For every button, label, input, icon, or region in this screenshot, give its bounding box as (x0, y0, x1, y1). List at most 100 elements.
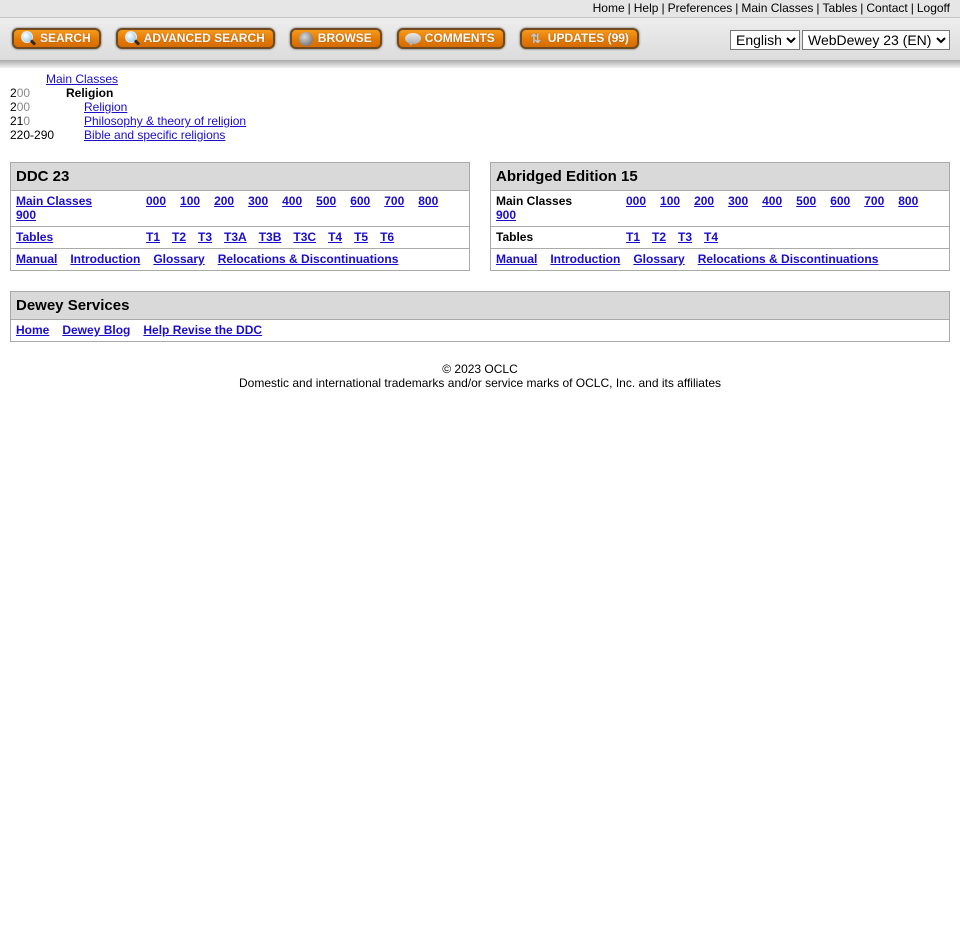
hierarchy-link-philosophy[interactable]: Philosophy & theory of religion (84, 114, 246, 128)
ddc23-class-link[interactable]: 400 (282, 194, 302, 208)
top-link-logoff[interactable]: Logoff (917, 1, 950, 15)
search-icon (124, 30, 140, 47)
separator: | (661, 1, 665, 15)
comment-bubble-icon (404, 31, 421, 47)
ddc23-table-link[interactable]: T1 (146, 230, 160, 244)
edition-select[interactable]: WebDewey 23 (EN) (802, 30, 950, 50)
abridged-table-link[interactable]: T2 (652, 230, 666, 244)
class-number-main: 21 (10, 114, 24, 128)
hierarchy-link-bible[interactable]: Bible and specific religions (84, 128, 225, 142)
dewey-services-links: Home Dewey Blog Help Revise the DDC (11, 320, 949, 341)
ddc23-table-link[interactable]: T2 (172, 230, 186, 244)
ddc23-relocations-link[interactable]: Relocations & Discontinuations (218, 252, 399, 266)
abridged-table-link[interactable]: T4 (704, 230, 718, 244)
ddc23-main-classes-link[interactable]: Main Classes (16, 194, 92, 208)
browse-button-label: BROWSE (317, 31, 372, 45)
hierarchy-top: Main Classes (10, 72, 960, 86)
comments-button-label: COMMENTS (424, 31, 495, 45)
search-button[interactable]: SEARCH (12, 28, 101, 49)
top-link-help[interactable]: Help (634, 1, 659, 15)
separator: | (816, 1, 820, 15)
top-link-tables[interactable]: Tables (823, 1, 858, 15)
updates-arrows-icon: ⇅ (530, 30, 542, 46)
ddc23-class-link[interactable]: 000 (146, 194, 166, 208)
ddc23-tables-row: Tables T1 T2 T3 T3A T3B T3C T4 T5 T6 (11, 227, 469, 249)
ddc23-table-link[interactable]: T3B (259, 230, 282, 244)
abridged-relocations-link[interactable]: Relocations & Discontinuations (698, 252, 879, 266)
abridged-class-link[interactable]: 600 (830, 194, 850, 208)
abridged-class-link[interactable]: 100 (660, 194, 680, 208)
ddc23-glossary-link[interactable]: Glossary (153, 252, 204, 266)
services-dewey-blog-link[interactable]: Dewey Blog (62, 323, 130, 337)
footer: © 2023 OCLC Domestic and international t… (0, 362, 960, 390)
abridged-manual-link[interactable]: Manual (496, 252, 537, 266)
copyright-text: © 2023 OCLC (442, 362, 518, 376)
selectors: English WebDewey 23 (EN) (728, 30, 950, 50)
ddc23-class-link[interactable]: 500 (316, 194, 336, 208)
abridged-class-link[interactable]: 500 (796, 194, 816, 208)
main-nav-bar: SEARCH ADVANCED SEARCH BROWSE COMMENTS ⇅… (0, 18, 960, 60)
abridged-misc-row: Manual Introduction Glossary Relocations & … (491, 249, 949, 270)
ddc23-introduction-link[interactable]: Introduction (70, 252, 140, 266)
ddc23-table-link[interactable]: T3C (293, 230, 316, 244)
ddc23-class-link[interactable]: 200 (214, 194, 234, 208)
search-button-label: SEARCH (40, 31, 91, 45)
abridged-panel-title: Abridged Edition 15 (491, 163, 949, 191)
class-number-main: 220-290 (10, 128, 55, 142)
advanced-search-button-label: ADVANCED SEARCH (143, 31, 265, 45)
comments-button[interactable]: COMMENTS (396, 28, 505, 49)
advanced-search-button[interactable]: ADVANCED SEARCH (115, 28, 275, 49)
abridged-introduction-link[interactable]: Introduction (550, 252, 620, 266)
abridged-class-link[interactable]: 300 (728, 194, 748, 208)
ddc23-table-link[interactable]: T6 (380, 230, 394, 244)
ddc23-class-link[interactable]: 900 (16, 208, 36, 222)
language-select[interactable]: English (730, 30, 800, 50)
updates-button[interactable]: ⇅ UPDATES (99) (519, 28, 639, 49)
ddc23-table-link[interactable]: T4 (328, 230, 342, 244)
ddc23-class-link[interactable]: 300 (248, 194, 268, 208)
ddc23-manual-link[interactable]: Manual (16, 252, 57, 266)
globe-icon (298, 31, 314, 47)
top-link-main-classes[interactable]: Main Classes (741, 1, 813, 15)
class-number-dim: 00 (16, 86, 31, 100)
edition-panels: DDC 23 Main Classes 000 100 200 300 400 500 60… (10, 162, 950, 271)
ddc23-panel-title: DDC 23 (11, 163, 469, 191)
abridged-table-link[interactable]: T3 (678, 230, 692, 244)
updates-button-label: UPDATES (99) (547, 31, 629, 45)
abridged-table-link[interactable]: T1 (626, 230, 640, 244)
ddc23-misc-row: Manual Introduction Glossary Relocations & … (11, 249, 469, 270)
nav-buttons: SEARCH ADVANCED SEARCH BROWSE COMMENTS ⇅… (12, 28, 654, 49)
abridged-glossary-link[interactable]: Glossary (633, 252, 684, 266)
class-hierarchy: Main Classes 200 Religion 200 Religion 2… (10, 72, 960, 142)
abridged-class-link[interactable]: 000 (626, 194, 646, 208)
dewey-services-title: Dewey Services (11, 292, 949, 320)
abridged-class-link[interactable]: 800 (898, 194, 918, 208)
abridged-main-classes-row: Main Classes 000 100 200 300 400 500 600 700 800… (491, 191, 949, 227)
ddc23-class-link[interactable]: 100 (180, 194, 200, 208)
top-link-contact[interactable]: Contact (866, 1, 907, 15)
ddc23-class-link[interactable]: 600 (350, 194, 370, 208)
ddc23-panel: DDC 23 Main Classes 000 100 200 300 400 500 60… (10, 162, 470, 271)
class-number: 200 (10, 86, 66, 100)
abridged-class-link[interactable]: 200 (694, 194, 714, 208)
separator: | (627, 1, 631, 15)
ddc23-table-link[interactable]: T3A (224, 230, 247, 244)
abridged-panel: Abridged Edition 15 Main Classes 000 100 2… (490, 162, 950, 271)
ddc23-tables-link[interactable]: Tables (16, 230, 53, 244)
ddc23-class-link[interactable]: 800 (418, 194, 438, 208)
separator: | (860, 1, 864, 15)
hierarchy-main-classes-link[interactable]: Main Classes (46, 72, 118, 86)
ddc23-class-link[interactable]: 700 (384, 194, 404, 208)
abridged-class-link[interactable]: 700 (864, 194, 884, 208)
services-home-link[interactable]: Home (16, 323, 49, 337)
ddc23-table-link[interactable]: T3 (198, 230, 212, 244)
abridged-class-link[interactable]: 400 (762, 194, 782, 208)
browse-button[interactable]: BROWSE (289, 28, 382, 49)
ddc23-main-classes-row: Main Classes 000 100 200 300 400 500 600 700 800… (11, 191, 469, 227)
ddc23-table-link[interactable]: T5 (354, 230, 368, 244)
hierarchy-link-religion[interactable]: Religion (84, 100, 127, 114)
top-link-home[interactable]: Home (593, 1, 625, 15)
services-help-revise-link[interactable]: Help Revise the DDC (143, 323, 262, 337)
abridged-class-link[interactable]: 900 (496, 208, 516, 222)
top-link-preferences[interactable]: Preferences (668, 1, 733, 15)
